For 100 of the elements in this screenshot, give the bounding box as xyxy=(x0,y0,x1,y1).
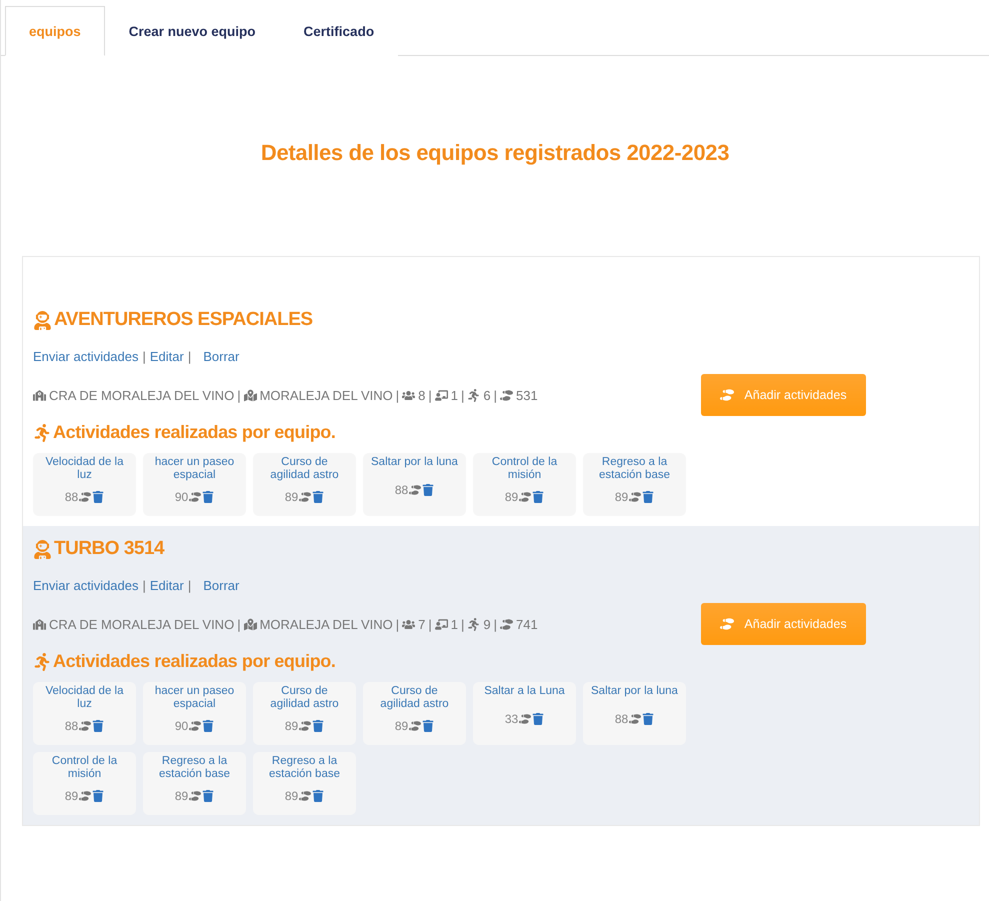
add-activities-button[interactable]: Añadir actividades xyxy=(701,603,866,645)
trash-icon[interactable] xyxy=(642,490,654,502)
users-icon xyxy=(402,388,416,402)
footprints-icon xyxy=(79,720,92,732)
activity-score: 88 xyxy=(394,483,408,497)
trash-icon[interactable] xyxy=(422,720,434,732)
trash-icon[interactable] xyxy=(202,720,214,732)
activity-count: 6 xyxy=(483,388,491,402)
activity-name: Saltar por la luna xyxy=(370,456,459,469)
activity-score: 89 xyxy=(284,718,298,732)
footprints-icon xyxy=(500,388,514,402)
astronaut-icon xyxy=(33,310,52,330)
trash-icon[interactable] xyxy=(532,490,544,502)
runner-icon xyxy=(33,652,51,670)
activity-name: Regreso a la estación base xyxy=(598,456,671,482)
trash-icon[interactable] xyxy=(642,713,654,725)
separator: | xyxy=(237,616,241,632)
school-name: CRA DE MORALEJA DEL VINO xyxy=(49,616,234,632)
map-icon xyxy=(244,388,257,402)
teacher-icon xyxy=(434,618,448,630)
trash-icon[interactable] xyxy=(202,490,214,502)
footprints-icon xyxy=(189,490,202,502)
astronaut-icon xyxy=(33,540,52,558)
action-link[interactable]: Borrar xyxy=(203,578,240,593)
member-count: 7 xyxy=(418,616,426,632)
action-link[interactable]: Editar xyxy=(150,578,184,593)
school-icon xyxy=(33,618,46,630)
teacher-count: 1 xyxy=(450,388,458,402)
separator: | xyxy=(494,616,498,632)
tab[interactable]: equipos xyxy=(5,6,105,56)
trash-icon[interactable] xyxy=(312,790,324,802)
trash-icon[interactable] xyxy=(92,790,104,802)
action-link[interactable]: Editar xyxy=(150,349,184,364)
teacher-count: 1 xyxy=(450,616,458,632)
map-icon xyxy=(244,618,257,630)
activity-score: 88 xyxy=(64,718,78,732)
activity-name: hacer un paseo espacial xyxy=(154,456,236,482)
runner-icon xyxy=(467,388,480,402)
footprints-icon xyxy=(299,490,312,502)
footprints-icon xyxy=(299,790,312,802)
separator: | xyxy=(494,388,498,402)
footprints-icon xyxy=(299,720,312,732)
footprints-icon xyxy=(79,790,92,802)
separator: | xyxy=(396,388,400,402)
footprints-icon xyxy=(409,484,422,496)
activity-name: Control de la misión xyxy=(50,755,118,781)
trash-icon[interactable] xyxy=(532,713,544,725)
trash-icon[interactable] xyxy=(92,490,104,502)
footprints-icon xyxy=(409,720,422,732)
activity-name: Regreso a la estación base xyxy=(158,755,231,781)
footprints-icon xyxy=(629,490,642,502)
footprints-icon xyxy=(720,388,734,402)
section-title: Actividades realizadas por equipo. xyxy=(53,422,336,443)
activity-score: 88 xyxy=(614,712,628,726)
activity-name: Regreso a la estación base xyxy=(268,755,341,781)
step-count: 741 xyxy=(516,616,538,632)
activity-name: Curso de agilidad astro xyxy=(269,685,340,711)
action-link[interactable]: Borrar xyxy=(203,349,240,364)
step-count: 531 xyxy=(516,388,538,402)
activity-score: 89 xyxy=(64,788,78,802)
town-name: MORALEJA DEL VINO xyxy=(260,616,393,632)
trash-icon[interactable] xyxy=(422,484,434,496)
trash-icon[interactable] xyxy=(312,490,324,502)
activity-name: hacer un paseo espacial xyxy=(154,685,236,711)
activity-score: 33 xyxy=(504,712,518,726)
separator: | xyxy=(396,616,400,632)
separator: | xyxy=(188,578,192,593)
page-heading: Detalles de los equipos registrados 2022-2023 xyxy=(260,140,730,167)
runner-icon xyxy=(467,618,480,630)
activity-name: Curso de agilidad astro xyxy=(379,685,450,711)
trash-icon[interactable] xyxy=(312,720,324,732)
runner-icon xyxy=(33,424,51,442)
trash-icon[interactable] xyxy=(92,720,104,732)
footprints-icon xyxy=(519,713,532,725)
member-count: 8 xyxy=(418,388,426,402)
activity-name: Velocidad de la luz xyxy=(44,685,124,711)
activity-score: 89 xyxy=(284,788,298,802)
school-icon xyxy=(33,388,46,402)
trash-icon[interactable] xyxy=(202,790,214,802)
separator: | xyxy=(188,349,192,364)
separator: | xyxy=(461,616,464,632)
separator: | xyxy=(428,388,432,402)
activity-name: Saltar a la Luna xyxy=(483,685,566,698)
action-link[interactable]: Enviar actividades xyxy=(33,578,138,593)
separator: | xyxy=(142,578,146,593)
activity-count: 9 xyxy=(483,616,491,632)
activity-score: 89 xyxy=(394,718,408,732)
add-activities-button[interactable]: Añadir actividades xyxy=(701,374,866,416)
separator: | xyxy=(428,616,432,632)
action-link[interactable]: Enviar actividades xyxy=(33,349,138,364)
activity-score: 89 xyxy=(174,788,188,802)
town-name: MORALEJA DEL VINO xyxy=(260,388,393,402)
activity-name: Curso de agilidad astro xyxy=(269,456,340,482)
activity-score: 89 xyxy=(284,490,298,504)
separator: | xyxy=(142,349,146,364)
footprints-icon xyxy=(629,713,642,725)
activity-score: 90 xyxy=(174,718,188,732)
school-name: CRA DE MORALEJA DEL VINO xyxy=(49,388,234,402)
footprints-icon xyxy=(720,617,734,631)
teacher-icon xyxy=(434,388,448,402)
